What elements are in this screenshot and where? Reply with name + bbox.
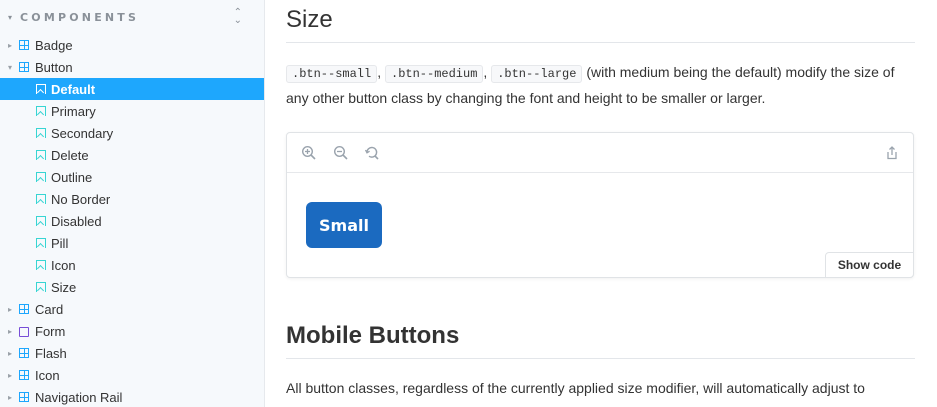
sidebar-item-label: Navigation Rail [35, 389, 123, 405]
sidebar-item-label: Pill [51, 235, 69, 251]
show-code-button[interactable]: Show code [825, 252, 914, 278]
sidebar-section-header[interactable]: ▾ COMPONENTS ⌃ ⌄ [0, 0, 264, 34]
sidebar-item-label: Size [51, 279, 77, 295]
expand-collapse-all-icon[interactable]: ⌃ ⌄ [234, 8, 242, 26]
sidebar-story-delete[interactable]: Delete [0, 144, 264, 166]
sidebar-story-secondary[interactable]: Secondary [0, 122, 264, 144]
chevron-right-icon: ▸ [8, 326, 13, 336]
component-tree: ▸ Badge ▾ Button Default Primary Seconda… [0, 34, 264, 407]
component-icon [19, 370, 29, 380]
sidebar-item-label: Icon [51, 257, 76, 273]
component-icon [19, 392, 29, 402]
sidebar: ▾ COMPONENTS ⌃ ⌄ ▸ Badge ▾ Button Default… [0, 0, 265, 407]
bookmark-icon [36, 172, 46, 182]
sidebar-item-badge[interactable]: ▸ Badge [0, 34, 264, 56]
sidebar-story-primary[interactable]: Primary [0, 100, 264, 122]
bookmark-icon [36, 84, 46, 94]
chevron-right-icon: ▸ [8, 304, 13, 314]
bookmark-icon [36, 260, 46, 270]
bookmark-icon [36, 216, 46, 226]
sidebar-story-disabled[interactable]: Disabled [0, 210, 264, 232]
section-title: COMPONENTS [20, 10, 140, 24]
component-icon [19, 304, 29, 314]
bookmark-icon [36, 128, 46, 138]
sidebar-item-label: Disabled [51, 213, 102, 229]
component-icon [19, 40, 29, 50]
bookmark-icon [36, 238, 46, 248]
sidebar-item-label: Delete [51, 147, 89, 163]
code-btn-large: .btn--large [491, 65, 583, 83]
separator: , [377, 64, 382, 80]
section-collapse-icon[interactable]: ▾ [8, 13, 16, 22]
component-icon [19, 348, 29, 358]
chevron-down-icon: ▾ [8, 62, 13, 72]
size-heading: Size [286, 6, 915, 43]
sidebar-item-form[interactable]: ▸ Form [0, 320, 264, 342]
sidebar-story-pill[interactable]: Pill [0, 232, 264, 254]
size-description: .btn--small, .btn--medium, .btn--large (… [286, 60, 915, 110]
chevron-right-icon: ▸ [8, 40, 13, 50]
folder-icon [19, 326, 29, 337]
sidebar-item-button[interactable]: ▾ Button [0, 56, 264, 78]
sidebar-story-no-border[interactable]: No Border [0, 188, 264, 210]
chevron-right-icon: ▸ [8, 348, 13, 358]
sidebar-story-size[interactable]: Size [0, 276, 264, 298]
story-preview: Small Show code [286, 132, 914, 278]
sidebar-story-default[interactable]: Default [0, 78, 264, 100]
code-btn-small: .btn--small [286, 65, 378, 83]
bookmark-icon [36, 194, 46, 204]
bookmark-icon [36, 106, 46, 116]
mobile-buttons-description: All button classes, regardless of the cu… [286, 380, 865, 396]
sidebar-story-icon[interactable]: Icon [0, 254, 264, 276]
sidebar-item-label: Card [35, 301, 64, 317]
bookmark-icon [36, 150, 46, 160]
sidebar-item-label: Flash [35, 345, 67, 361]
sidebar-item-card[interactable]: ▸ Card [0, 298, 264, 320]
zoom-out-icon[interactable] [333, 145, 349, 161]
sidebar-item-label: Button [35, 59, 73, 75]
separator: , [483, 64, 488, 80]
sidebar-item-label: Primary [51, 103, 96, 119]
sidebar-item-flash[interactable]: ▸ Flash [0, 342, 264, 364]
docs-content: Size .btn--small, .btn--medium, .btn--la… [266, 0, 937, 407]
chevron-right-icon: ▸ [8, 370, 13, 380]
sidebar-story-outline[interactable]: Outline [0, 166, 264, 188]
share-icon[interactable] [884, 145, 900, 161]
sidebar-item-label: Icon [35, 367, 60, 383]
mobile-buttons-heading: Mobile Buttons [286, 322, 915, 359]
chevron-right-icon: ▸ [8, 392, 13, 402]
component-icon [19, 62, 29, 72]
sidebar-item-label: Outline [51, 169, 93, 185]
preview-toolbar [287, 133, 913, 173]
small-button[interactable]: Small [306, 202, 382, 248]
reset-zoom-icon[interactable] [364, 145, 380, 161]
bookmark-icon [36, 282, 46, 292]
sidebar-item-label: Default [51, 81, 96, 97]
sidebar-item-label: Badge [35, 37, 73, 53]
preview-canvas: Small Show code [287, 173, 914, 278]
code-btn-medium: .btn--medium [385, 65, 484, 83]
sidebar-item-label: No Border [51, 191, 111, 207]
sidebar-item-label: Form [35, 323, 66, 339]
sidebar-item-icon[interactable]: ▸ Icon [0, 364, 264, 386]
zoom-in-icon[interactable] [301, 145, 317, 161]
sidebar-item-label: Secondary [51, 125, 114, 141]
sidebar-item-navigation-rail[interactable]: ▸ Navigation Rail [0, 386, 264, 407]
